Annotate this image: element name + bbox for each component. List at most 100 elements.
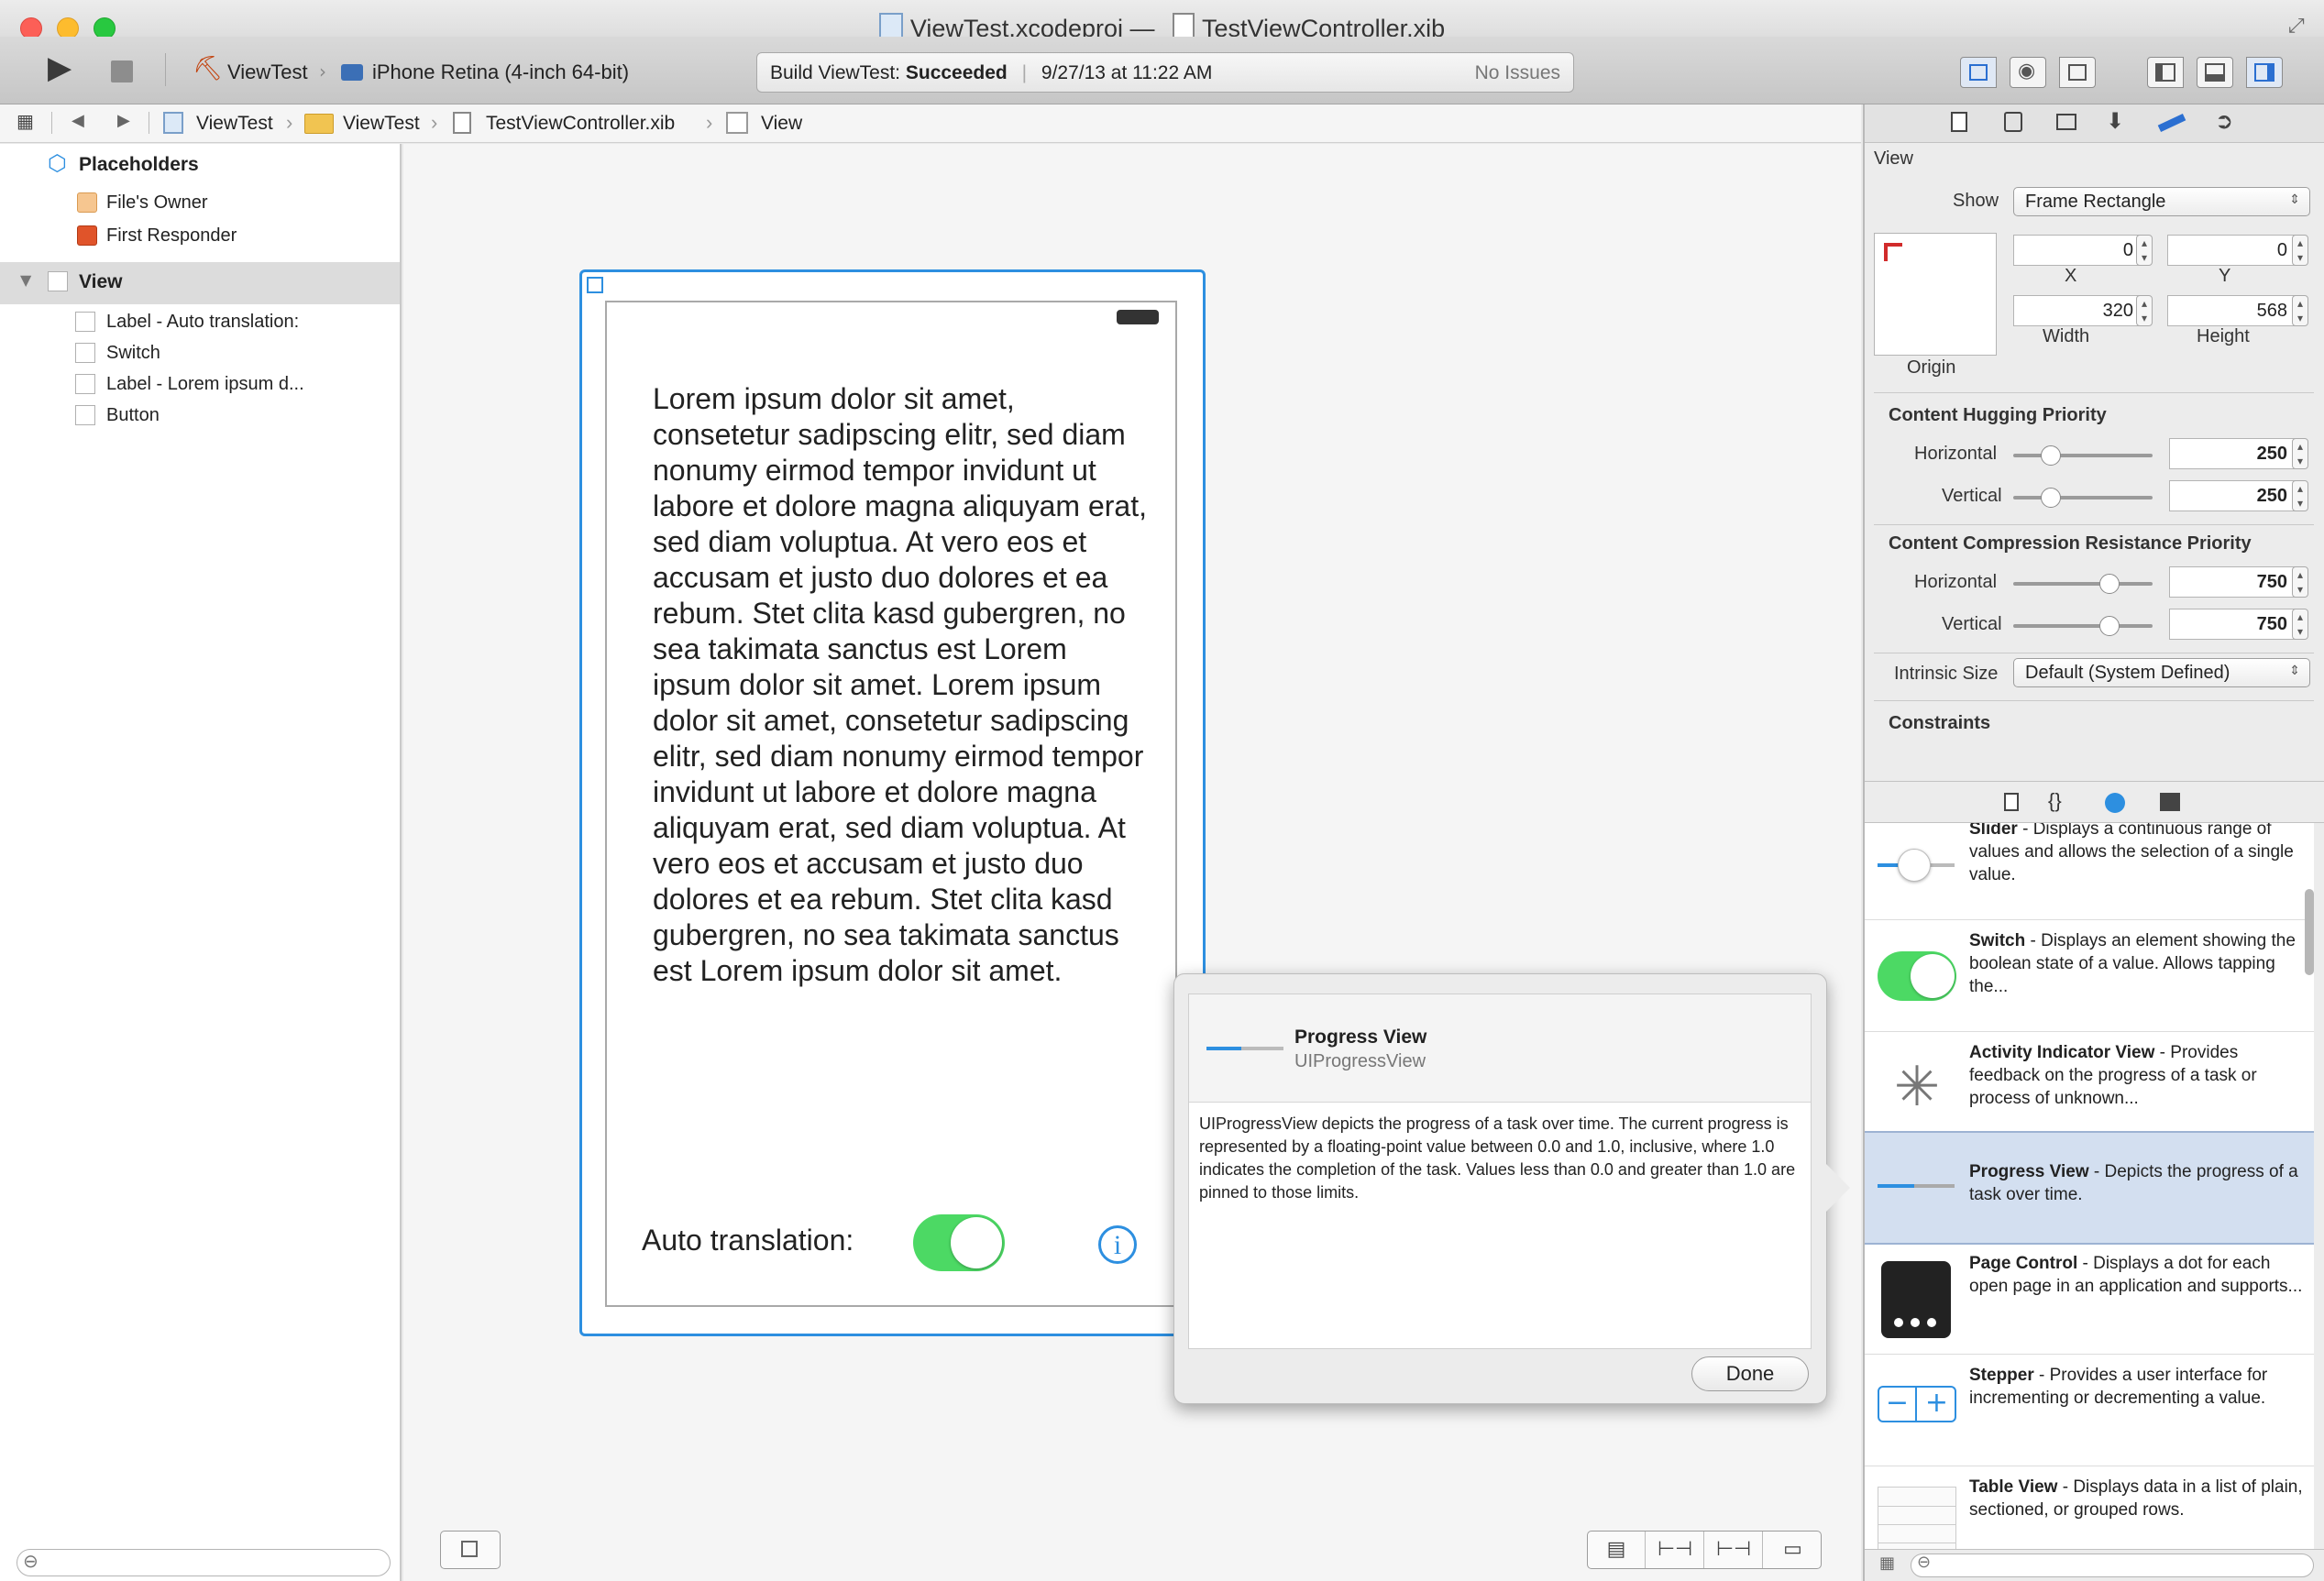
item-desc: - Displays a continuous range of values …: [1969, 823, 2294, 884]
item-name: Progress View: [1969, 1162, 2089, 1181]
switch-icon: [75, 343, 95, 363]
hug-v-label: Vertical: [1942, 486, 2002, 506]
version-editor-button[interactable]: [2059, 57, 2096, 88]
y-field[interactable]: 0: [2167, 235, 2297, 266]
outline-label-auto[interactable]: Label - Auto translation:: [106, 312, 299, 333]
library-item-slider[interactable]: Slider - Displays a continuous range of …: [1865, 823, 2314, 920]
page-dot: [1911, 1318, 1920, 1327]
show-popup[interactable]: Frame Rectangle ⇕: [2013, 187, 2310, 216]
library-item-page-control[interactable]: Page Control - Displays a dot for each o…: [1865, 1245, 2314, 1355]
file-inspector-icon[interactable]: [1951, 112, 1967, 132]
hug-h-field[interactable]: 250: [2169, 438, 2297, 469]
jumpbar-view[interactable]: View: [761, 113, 802, 135]
library-item-progress-view[interactable]: Progress View - Depicts the progress of …: [1865, 1131, 2314, 1245]
comp-h-slider-knob[interactable]: [2099, 574, 2120, 594]
chevron-right-icon: ›: [286, 111, 293, 134]
info-button[interactable]: i: [1098, 1225, 1137, 1264]
connections-inspector-icon[interactable]: ➲: [2215, 108, 2233, 134]
outline-button[interactable]: Button: [106, 405, 160, 426]
outline-first-responder[interactable]: First Responder: [106, 225, 237, 247]
y-label: Y: [2219, 266, 2231, 286]
library-item-activity-indicator[interactable]: ✳ Activity Indicator View - Provides fee…: [1865, 1034, 2314, 1144]
fullscreen-icon[interactable]: ⤢: [2288, 15, 2305, 38]
library-item-table-view[interactable]: Table View - Displays data in a list of …: [1865, 1468, 2314, 1549]
outline-label-lorem[interactable]: Label - Lorem ipsum d...: [106, 374, 304, 395]
related-items-icon[interactable]: ▦: [17, 110, 34, 132]
hug-v-slider[interactable]: [2013, 496, 2153, 500]
jump-bar: [0, 104, 1861, 143]
scene-close-icon[interactable]: [587, 277, 603, 293]
comp-v-field[interactable]: 750: [2169, 609, 2297, 640]
page-dot: [1927, 1318, 1936, 1327]
table-view-icon: [1878, 1487, 1956, 1549]
disclosure-triangle-icon[interactable]: ▼: [20, 271, 31, 289]
issues-status[interactable]: No Issues: [1475, 62, 1560, 84]
x-field[interactable]: 0: [2013, 235, 2143, 266]
outline-switch[interactable]: Switch: [106, 343, 160, 364]
width-field[interactable]: 320: [2013, 295, 2143, 326]
resizing-behavior-icon[interactable]: ▭: [1764, 1532, 1822, 1568]
divider: [1874, 700, 2314, 701]
jumpbar-file[interactable]: TestViewController.xib: [486, 113, 675, 135]
lorem-label[interactable]: Lorem ipsum dolor sit amet, consetetur s…: [653, 381, 1148, 989]
quick-help-icon[interactable]: [2004, 112, 2022, 132]
done-button[interactable]: Done: [1691, 1356, 1809, 1391]
hug-v-field[interactable]: 250: [2169, 480, 2297, 511]
outline-view: View: [79, 271, 123, 292]
hug-v-slider-knob[interactable]: [2041, 488, 2061, 508]
forward-arrow-icon[interactable]: ▶: [117, 111, 130, 130]
standard-editor-button[interactable]: [1960, 57, 1997, 88]
stop-button[interactable]: [111, 60, 133, 82]
hug-h-slider-knob[interactable]: [2041, 445, 2061, 466]
align-icon[interactable]: ▤: [1588, 1532, 1646, 1568]
y-stepper[interactable]: ▴ ▾: [2292, 235, 2308, 266]
toggle-debug-area-button[interactable]: [2197, 57, 2233, 88]
jumpbar-project[interactable]: ViewTest: [196, 113, 273, 135]
attributes-inspector-icon[interactable]: ⬇: [2106, 108, 2124, 134]
show-document-outline-button[interactable]: [440, 1531, 501, 1569]
resolve-issues-icon[interactable]: ⊢⊣: [1705, 1532, 1763, 1568]
code-snippet-library-icon[interactable]: {}: [2048, 789, 2062, 813]
assistant-editor-button[interactable]: ◉: [2010, 57, 2046, 88]
object-library-icon[interactable]: [2105, 793, 2125, 813]
comp-h-stepper[interactable]: ▴ ▾: [2292, 566, 2308, 598]
hug-h-slider[interactable]: [2013, 454, 2153, 457]
origin-selector[interactable]: [1874, 233, 1997, 356]
media-library-icon[interactable]: [2160, 793, 2180, 811]
toggle-navigator-button[interactable]: [2147, 57, 2184, 88]
comp-h-slider[interactable]: [2013, 582, 2153, 586]
scheme-selector[interactable]: ViewTest: [227, 60, 308, 84]
file-template-library-icon[interactable]: [2004, 793, 2019, 811]
width-stepper[interactable]: ▴ ▾: [2136, 295, 2153, 326]
jumpbar-group[interactable]: ViewTest: [343, 113, 420, 135]
library-item-switch[interactable]: Switch - Displays an element showing the…: [1865, 922, 2314, 1032]
library-search-field[interactable]: ⊖: [1911, 1553, 2314, 1577]
back-arrow-icon[interactable]: ◀: [72, 111, 84, 130]
comp-v-stepper[interactable]: ▴ ▾: [2292, 609, 2308, 640]
auto-translation-label[interactable]: Auto translation:: [642, 1224, 854, 1257]
run-button[interactable]: ▶: [48, 49, 72, 86]
auto-translation-switch[interactable]: [913, 1214, 1005, 1271]
hug-h-stepper[interactable]: ▴ ▾: [2292, 438, 2308, 469]
comp-v-slider-knob[interactable]: [2099, 616, 2120, 636]
identity-inspector-icon[interactable]: [2056, 114, 2076, 130]
toggle-utilities-button[interactable]: [2246, 57, 2283, 88]
hug-v-stepper[interactable]: ▴ ▾: [2292, 480, 2308, 511]
divider: [1874, 392, 2314, 393]
x-stepper[interactable]: ▴ ▾: [2136, 235, 2153, 266]
pin-icon[interactable]: ⊢⊣: [1647, 1532, 1704, 1568]
comp-v-slider[interactable]: [2013, 624, 2153, 628]
outline-placeholders[interactable]: Placeholders: [79, 154, 199, 176]
library-scrollbar[interactable]: [2305, 889, 2314, 975]
height-field[interactable]: 568: [2167, 295, 2297, 326]
comp-h-field[interactable]: 750: [2169, 566, 2297, 598]
popup-arrows-icon: ⇕: [2289, 192, 2300, 207]
library-item-stepper[interactable]: − + Stepper - Provides a user interface …: [1865, 1356, 2314, 1466]
intrinsic-size-popup[interactable]: Default (System Defined) ⇕: [2013, 658, 2310, 687]
library-selector-bar: {}: [1865, 781, 2324, 823]
height-stepper[interactable]: ▴ ▾: [2292, 295, 2308, 326]
grid-view-icon[interactable]: ▦: [1879, 1554, 1895, 1573]
destination-selector[interactable]: iPhone Retina (4-inch 64-bit): [372, 60, 629, 84]
outline-files-owner[interactable]: File's Owner: [106, 192, 208, 214]
outline-filter-field[interactable]: ⊖: [17, 1549, 391, 1576]
